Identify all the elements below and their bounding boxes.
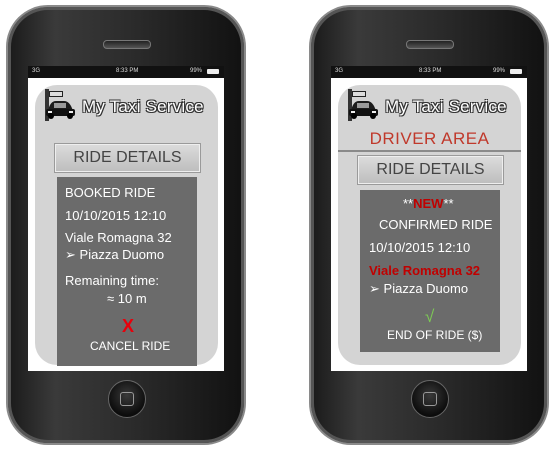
phone-left: 3G 8:33 PM 99% My Taxi Service RIDE DETA… xyxy=(8,7,244,443)
ride-details-panel: BOOKED RIDE 10/10/2015 12:10 Viale Romag… xyxy=(57,177,197,366)
new-prefix: ** xyxy=(403,196,414,211)
screen: 3G 8:33 PM 99% My Taxi Servi xyxy=(331,66,527,371)
battery-level: 99% xyxy=(189,68,202,74)
ride-datetime: 10/10/2015 12:10 xyxy=(369,240,471,255)
destination-row: ➢ Piazza Duomo xyxy=(369,281,468,297)
phone-right: 3G 8:33 PM 99% My Taxi Service DRIVER AR… xyxy=(311,7,547,443)
new-label: NEW xyxy=(413,196,444,211)
app-header: My Taxi Service xyxy=(35,85,218,125)
arrow-icon: ➢ xyxy=(65,247,76,262)
app-title: My Taxi Service xyxy=(82,97,204,116)
clock: 8:33 PM xyxy=(419,68,442,74)
ride-datetime: 10/10/2015 12:10 xyxy=(65,208,167,223)
divider xyxy=(338,150,521,152)
remaining-time-label: Remaining time: xyxy=(65,273,159,288)
network-indicator: 3G xyxy=(335,68,344,74)
driver-area-heading: DRIVER AREA xyxy=(369,129,490,148)
ride-details-button[interactable]: RIDE DETAILS xyxy=(54,143,201,173)
checkmark-icon[interactable]: √ xyxy=(425,307,434,327)
network-indicator: 3G xyxy=(32,68,41,74)
speaker-grille xyxy=(406,40,454,49)
booked-ride-label: BOOKED RIDE xyxy=(65,185,156,200)
app-container: My Taxi Service DRIVER AREA RIDE DETAILS… xyxy=(338,85,521,365)
cancel-icon[interactable]: X xyxy=(122,316,134,337)
clock: 8:33 PM xyxy=(116,68,139,74)
end-ride-button[interactable]: END OF RIDE ($) xyxy=(387,328,482,342)
remaining-time-value: ≈ 10 m xyxy=(107,291,147,306)
battery-level: 99% xyxy=(492,68,505,74)
status-bar: 3G 8:33 PM 99% xyxy=(331,66,527,78)
taxi-logo-icon xyxy=(45,89,75,121)
confirmed-ride-label: CONFIRMED RIDE xyxy=(379,217,493,232)
status-bar: 3G 8:33 PM 99% xyxy=(28,66,224,78)
home-button[interactable] xyxy=(411,380,449,418)
app-header: My Taxi Service xyxy=(338,85,521,125)
destination-row: ➢ Piazza Duomo xyxy=(65,247,164,263)
destination-address: Piazza Duomo xyxy=(383,281,469,296)
new-ride-badge: **NEW** xyxy=(403,196,454,211)
cancel-ride-button[interactable]: CANCEL RIDE xyxy=(90,339,170,353)
new-suffix: ** xyxy=(443,196,454,211)
home-button[interactable] xyxy=(108,380,146,418)
ride-details-panel: **NEW** CONFIRMED RIDE 10/10/2015 12:10 … xyxy=(360,190,500,352)
ride-details-button[interactable]: RIDE DETAILS xyxy=(357,155,504,185)
taxi-logo-icon xyxy=(348,89,378,121)
arrow-icon: ➢ xyxy=(369,281,380,296)
app-title: My Taxi Service xyxy=(385,97,507,116)
battery-icon xyxy=(207,69,219,74)
battery-icon xyxy=(510,69,522,74)
destination-address: Piazza Duomo xyxy=(79,247,165,262)
screen: 3G 8:33 PM 99% My Taxi Servi xyxy=(28,66,224,371)
speaker-grille xyxy=(103,40,151,49)
app-container: My Taxi Service RIDE DETAILS BOOKED RIDE… xyxy=(35,85,218,366)
pickup-address: Viale Romagna 32 xyxy=(65,230,172,245)
pickup-address: Viale Romagna 32 xyxy=(369,263,481,278)
